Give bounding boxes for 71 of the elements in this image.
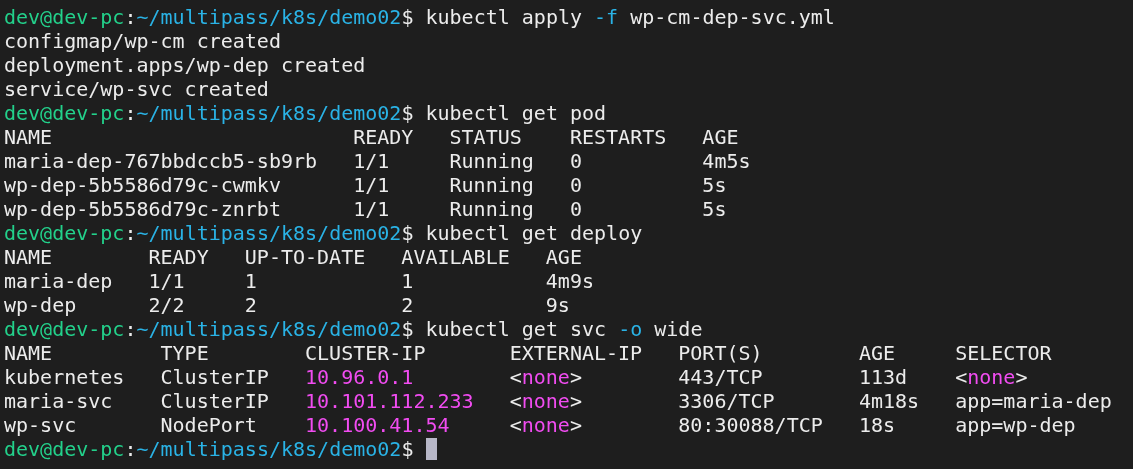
table-cell-text: maria-dep-767bbdccb5-sb9rb <box>4 149 319 173</box>
column-header: NAME <box>4 341 54 365</box>
column-header: SELECTOR <box>955 341 1053 365</box>
table-cell-text: wp-dep-5b5586d79c-cwmkv <box>4 173 282 197</box>
table-cell-text: 1 <box>401 269 415 293</box>
column-header: AGE <box>702 125 740 149</box>
table-cell-text: wp-svc <box>4 413 78 437</box>
table-cell-text: 9s <box>545 293 571 317</box>
table-cell-text: 0 <box>569 197 583 221</box>
command-line: dev@dev-pc:~/multipass/k8s/demo02$ kubectl apply -f wp-cm-dep-svc.yml <box>4 5 835 29</box>
table-cell-text: NodePort <box>160 413 258 437</box>
column-header: RESTARTS <box>569 125 668 149</box>
table-cell-text: 2/2 <box>148 293 186 317</box>
column-header: PORT(S) <box>678 341 764 365</box>
table-cell-text: 1/1 <box>353 197 391 221</box>
command-line: dev@dev-pc:~/multipass/k8s/demo02$ kubectl get pod <box>4 101 607 125</box>
table-cell-text: maria-dep <box>4 269 114 293</box>
table-cell-text: wp-dep-5b5586d79c-znrbt <box>4 197 282 221</box>
column-header: AVAILABLE <box>401 245 511 269</box>
column-header: AGE <box>858 341 896 365</box>
table-cell-text: 4m9s <box>545 269 595 293</box>
table-cell-text: ClusterIP <box>160 389 270 413</box>
table-cell-text: 1/1 <box>148 269 186 293</box>
table-cell-text: <none> <box>509 389 583 413</box>
table-cell-text: 0 <box>569 149 583 173</box>
column-header: STATUS <box>449 125 523 149</box>
table-cell-text: 443/TCP <box>678 365 764 389</box>
table-cell-text: 2 <box>401 293 415 317</box>
column-header: READY <box>148 245 210 269</box>
table-cell-text: kubernetes <box>4 365 126 389</box>
table-cell-text: Running <box>449 173 535 197</box>
table-cell-text: wp-dep <box>4 293 78 317</box>
command-line: dev@dev-pc:~/multipass/k8s/demo02$ kubectl get svc -o wide <box>4 317 703 341</box>
table-cell-text: 1 <box>244 269 258 293</box>
table-cell-text: Running <box>449 149 535 173</box>
table-cell-text: 10.100.41.54 <box>305 413 451 437</box>
table-cell-text: app=maria-dep <box>955 389 1113 413</box>
table-cell-text: 1/1 <box>353 173 391 197</box>
command-line: dev@dev-pc:~/multipass/k8s/demo02$ <box>4 437 415 461</box>
table-cell-text: <none> <box>509 365 583 389</box>
table-cell-text: Running <box>449 197 535 221</box>
column-header: TYPE <box>160 341 210 365</box>
table-cell-text: 2 <box>244 293 258 317</box>
output-line: service/wp-svc created <box>4 77 269 101</box>
column-header: CLUSTER-IP <box>305 341 427 365</box>
table-cell-text: 18s <box>858 413 896 437</box>
column-header: NAME <box>4 125 54 149</box>
output-line: deployment.apps/wp-dep created <box>4 53 366 77</box>
column-header: NAME <box>4 245 54 269</box>
column-header: EXTERNAL-IP <box>509 341 644 365</box>
table-cell-text: 4m18s <box>858 389 921 413</box>
table-cell-text: 113d <box>858 365 909 389</box>
table-cell-text: 10.96.0.1 <box>305 365 415 389</box>
column-header: UP-TO-DATE <box>244 245 367 269</box>
table-cell-text: maria-svc <box>4 389 114 413</box>
column-header: AGE <box>545 245 583 269</box>
table-cell-text: <none> <box>955 365 1029 389</box>
table-cell-text: 3306/TCP <box>678 389 776 413</box>
table-cell-text: ClusterIP <box>160 365 270 389</box>
table-cell-text: 0 <box>569 173 583 197</box>
command-line: dev@dev-pc:~/multipass/k8s/demo02$ kubectl get deploy <box>4 221 643 245</box>
table-cell-text: 1/1 <box>353 149 391 173</box>
table-cell-text: 4m5s <box>702 149 752 173</box>
table-cell-text: 80:30088/TCP <box>678 413 824 437</box>
output-line: configmap/wp-cm created <box>4 29 281 53</box>
table-cell-text: 5s <box>702 197 728 221</box>
table-cell-text: app=wp-dep <box>955 413 1077 437</box>
table-cell-text: 10.101.112.233 <box>305 389 475 413</box>
table-cell-text: 5s <box>702 173 728 197</box>
column-header: READY <box>353 125 415 149</box>
table-cell-text: <none> <box>509 413 583 437</box>
